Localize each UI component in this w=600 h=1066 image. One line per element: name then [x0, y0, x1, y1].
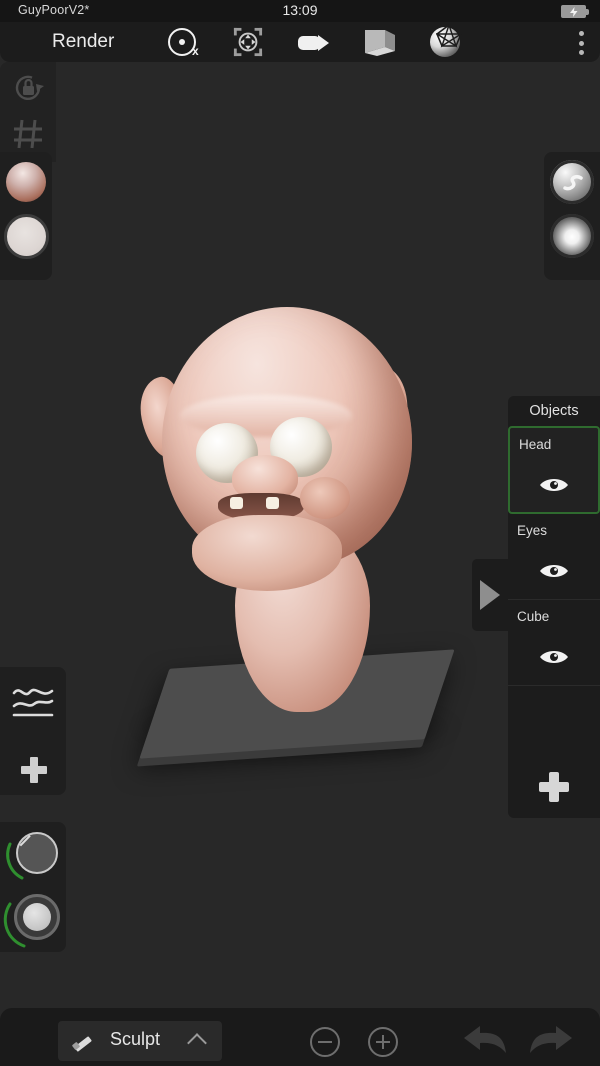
kebab-dot	[578, 40, 584, 46]
chevron-up-icon[interactable]	[187, 1033, 207, 1053]
model-tooth	[266, 497, 279, 509]
curve-profile-icon[interactable]	[12, 683, 54, 723]
undo-icon[interactable]	[460, 1022, 512, 1056]
matcap-swirl[interactable]	[550, 160, 594, 204]
header-icon-row: x	[160, 22, 468, 62]
zoom-out-icon[interactable]	[310, 1027, 340, 1057]
app-header: Render x	[0, 22, 600, 62]
object-list-item-head[interactable]: Head	[508, 426, 600, 514]
panel-expand-arrow-icon[interactable]	[472, 559, 508, 631]
left-knob-panel	[0, 822, 66, 952]
camera-body	[298, 36, 320, 50]
matcap-glossy-white[interactable]	[550, 214, 594, 258]
matcap-wireframe-sphere-icon[interactable]	[424, 22, 468, 62]
brush-radius-knob[interactable]	[0, 824, 66, 888]
object-name: Eyes	[517, 523, 548, 538]
system-clock: 13:09	[282, 2, 318, 18]
zoom-in-icon[interactable]	[368, 1027, 398, 1057]
camera-icon[interactable]	[292, 22, 336, 62]
transform-gizmo-icon[interactable]	[226, 22, 270, 62]
battery-charging-icon	[561, 5, 589, 18]
camera-lens	[318, 35, 329, 51]
viewport-3d[interactable]: Objects Head Eyes Cube	[0, 62, 600, 960]
eye-icon[interactable]	[539, 562, 569, 580]
model-tooth	[230, 497, 243, 509]
kebab-menu-icon[interactable]	[578, 31, 584, 55]
add-stroke-icon[interactable]	[21, 757, 47, 783]
status-bar: GuyPoorV2* 13:09	[0, 0, 600, 22]
sculpt-tool-label: Sculpt	[110, 1029, 161, 1049]
object-name: Cube	[517, 609, 550, 624]
material-ball-skin[interactable]	[6, 162, 46, 202]
pivot-dot	[179, 39, 185, 45]
model-cheek	[300, 477, 350, 519]
eye-icon[interactable]	[539, 648, 569, 666]
left-material-panel	[0, 152, 52, 280]
objects-panel: Objects Head Eyes Cube	[508, 396, 600, 818]
object-list-item-eyes[interactable]: Eyes	[508, 514, 600, 600]
grid-toggle-icon[interactable]	[6, 112, 50, 156]
left-curve-panel	[0, 667, 66, 795]
right-material-panel	[544, 152, 600, 280]
bottom-toolbar: Sculpt	[0, 1008, 600, 1066]
material-ball-white[interactable]	[4, 214, 49, 259]
sculpt-tool-button[interactable]: Sculpt	[58, 1021, 222, 1061]
right-tool-panel	[0, 62, 56, 162]
pivot-axis-label: x	[192, 44, 199, 58]
kebab-dot	[578, 50, 584, 55]
box-environment-icon[interactable]	[358, 22, 402, 62]
objects-panel-title: Objects	[529, 403, 579, 419]
sculpt-model	[130, 307, 470, 767]
render-mode-label[interactable]: Render	[52, 31, 114, 53]
sphere-wireframe	[436, 24, 462, 48]
kebab-dot	[578, 31, 584, 36]
lock-rotation-icon[interactable]	[6, 66, 50, 110]
expand-triangle	[480, 580, 500, 610]
redo-icon[interactable]	[524, 1022, 576, 1056]
model-jaw	[192, 515, 342, 591]
app-root: GuyPoorV2* 13:09 Render x Objects Head E…	[0, 0, 600, 1066]
object-name: Head	[519, 437, 552, 452]
radius-dial	[16, 832, 58, 874]
brush-intensity-knob[interactable]	[0, 888, 66, 952]
intensity-dial	[14, 894, 60, 940]
swirl-glyph	[563, 175, 583, 191]
object-list-item-cube[interactable]: Cube	[508, 600, 600, 686]
add-object-icon[interactable]	[539, 772, 569, 802]
brush-icon	[72, 1036, 92, 1052]
eye-icon[interactable]	[539, 476, 569, 494]
pivot-icon[interactable]: x	[160, 22, 204, 62]
